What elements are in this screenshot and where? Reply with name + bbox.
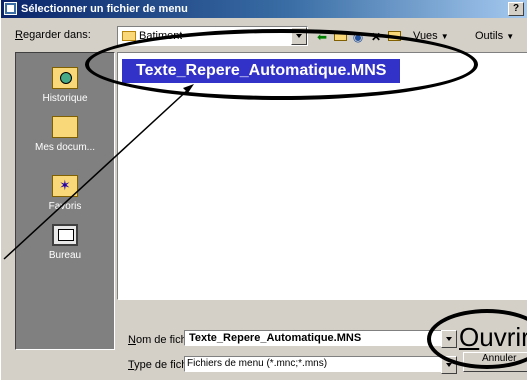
favorites-icon	[52, 175, 78, 197]
open-button[interactable]: Ouvrir	[459, 322, 527, 352]
place-label: Bureau	[48, 250, 82, 261]
filetype-dropdown[interactable]	[439, 356, 457, 374]
place-label: Historique	[42, 93, 88, 104]
folder-icon	[122, 31, 136, 42]
back-arrow-icon[interactable]: ⬅	[315, 31, 329, 43]
delete-icon[interactable]: ✕	[369, 31, 383, 43]
look-in-combo[interactable]: Batiment	[117, 26, 308, 46]
place-favorites[interactable]: Favoris	[16, 175, 114, 212]
filetype-select[interactable]: Fichiers de menu (*.mnc;*.mns)	[184, 356, 456, 372]
filename-input[interactable]: Texte_Repere_Automatique.MNS	[184, 330, 456, 346]
chevron-down-icon[interactable]	[291, 27, 307, 45]
file-open-dialog: Sélectionner un fichier de menu ? Regard…	[0, 0, 527, 380]
my-documents-icon	[52, 116, 78, 138]
views-menu-button[interactable]: Vues ▼	[413, 30, 449, 42]
history-icon	[52, 67, 78, 89]
window-title: Sélectionner un fichier de menu	[21, 3, 188, 15]
places-bar: Historique Mes docum... Favoris Bureau	[15, 52, 115, 350]
up-folder-icon[interactable]	[333, 31, 347, 43]
list-item[interactable]: Texte_Repere_Automatique.MNS	[122, 59, 401, 83]
place-my-documents[interactable]: Mes docum...	[16, 116, 114, 153]
place-label: Favoris	[48, 201, 82, 212]
desktop-icon	[52, 224, 78, 246]
toolbar: Regarder dans: Batiment ⬅ ◉ ✕ Vues ▼ Out…	[1, 22, 527, 48]
look-in-value: Batiment	[139, 30, 183, 42]
tools-menu-button[interactable]: Outils ▼	[475, 30, 514, 42]
chevron-down-icon[interactable]	[441, 330, 457, 348]
place-history[interactable]: Historique	[16, 67, 114, 104]
place-label: Mes docum...	[34, 142, 96, 153]
place-desktop[interactable]: Bureau	[16, 224, 114, 261]
look-in-label: Regarder dans:	[15, 29, 91, 41]
chevron-down-icon[interactable]	[441, 356, 457, 374]
title-bar: Sélectionner un fichier de menu ?	[1, 0, 527, 18]
search-web-icon[interactable]: ◉	[351, 31, 365, 43]
file-list[interactable]: Texte_Repere_Automatique.MNS	[117, 52, 527, 300]
help-button[interactable]: ?	[508, 2, 524, 16]
new-folder-icon[interactable]	[387, 31, 401, 43]
app-icon	[4, 2, 17, 15]
filename-dropdown[interactable]	[439, 330, 457, 348]
cancel-button[interactable]: Annuler	[463, 352, 527, 372]
